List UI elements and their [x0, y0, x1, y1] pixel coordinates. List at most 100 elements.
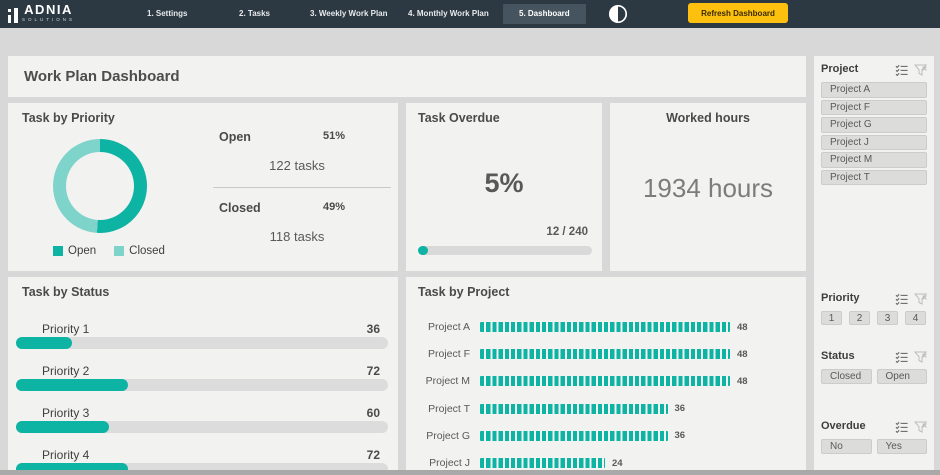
nav-tab-3-weekly-work-plan[interactable]: 3. Weekly Work Plan: [310, 0, 388, 28]
status-bar-chart: Priority 136Priority 272Priority 360Prio…: [16, 277, 388, 470]
slicer-item-project-project-a[interactable]: Project A: [821, 82, 927, 98]
status-label: Priority 1: [42, 322, 89, 336]
legend-label-open: Open: [68, 245, 96, 257]
slicer-item-project-project-j[interactable]: Project J: [821, 135, 927, 151]
legend-item-open: Open: [53, 245, 96, 257]
panel-task-overdue: Task Overdue 5% 12 / 240: [406, 103, 602, 271]
status-bar-track: [16, 379, 388, 391]
multi-select-icon[interactable]: [895, 420, 908, 432]
clear-filter-icon[interactable]: [914, 63, 927, 75]
slicer-items-overdue: No Yes: [821, 439, 927, 454]
status-row-line: Priority 272: [16, 364, 388, 378]
clear-filter-icon[interactable]: [914, 292, 927, 304]
legend-swatch-closed: [114, 246, 124, 256]
status-row-line: Priority 360: [16, 406, 388, 420]
clear-filter-icon[interactable]: [914, 420, 927, 432]
status-row-priority-3: Priority 360: [16, 406, 388, 433]
nav-tab-1-settings[interactable]: 1. Settings: [147, 0, 187, 28]
multi-select-icon[interactable]: [895, 292, 908, 304]
donut-chart: [53, 139, 147, 233]
slicer-item-overdue-no[interactable]: No: [821, 439, 872, 454]
refresh-dashboard-button[interactable]: Refresh Dashboard: [688, 3, 788, 23]
overdue-ratio: 12 / 240: [546, 226, 588, 238]
status-row-line: Priority 1 36: [16, 322, 388, 336]
slicer-item-overdue-yes[interactable]: Yes: [877, 439, 928, 454]
slicer-title-status: Status: [821, 350, 855, 362]
slicer-item-project-project-m[interactable]: Project M: [821, 152, 927, 168]
project-bar-chart: Project A48Project F48Project M48Project…: [408, 277, 798, 470]
status-bar-fill: [16, 421, 109, 433]
nav-tab-4-monthly-work-plan[interactable]: 4. Monthly Work Plan: [408, 0, 489, 28]
logo-sub-text: SOLUTIONS: [22, 18, 75, 23]
project-value: 48: [737, 376, 748, 387]
slicer-item-priority-2[interactable]: 2: [849, 311, 870, 325]
multi-select-icon[interactable]: [895, 350, 908, 362]
slicer-item-priority-1[interactable]: 1: [821, 311, 842, 325]
slicer-title-overdue: Overdue: [821, 420, 866, 432]
slicer-items-priority: 1234: [821, 311, 927, 325]
status-value: 36: [367, 322, 380, 336]
slicer-item-status-closed[interactable]: Closed: [821, 369, 872, 384]
project-value: 36: [675, 403, 686, 414]
priority-stats: Open 51% 122 tasks Closed 49% 118 tasks: [203, 130, 391, 244]
overdue-progress-fill: [418, 246, 428, 255]
project-row-project-j: Project J24: [408, 457, 798, 469]
slicer-header-overdue: Overdue: [821, 419, 927, 433]
slicer-header-icons: [895, 350, 927, 362]
slicer-item-status-open[interactable]: Open: [877, 369, 928, 384]
nav-tab-2-tasks[interactable]: 2. Tasks: [239, 0, 270, 28]
legend-swatch-open: [53, 246, 63, 256]
slicer-project: ProjectProject AProject FProject GProjec…: [821, 62, 927, 187]
panel-task-by-project: Task by Project Project A48Project F48Pr…: [406, 277, 806, 470]
slicer-header-status: Status: [821, 349, 927, 363]
page-title: Work Plan Dashboard: [24, 68, 180, 85]
status-value: 72: [367, 448, 380, 462]
slicer-item-priority-3[interactable]: 3: [877, 311, 898, 325]
status-label: Priority 4: [42, 448, 89, 462]
slicer-item-project-project-t[interactable]: Project T: [821, 170, 927, 186]
legend-item-closed: Closed: [114, 245, 165, 257]
status-bar-fill: [16, 379, 128, 391]
closed-label: Closed: [219, 201, 261, 216]
open-task-count: 122 tasks: [203, 158, 391, 173]
slicer-item-project-project-f[interactable]: Project F: [821, 100, 927, 116]
slicer-header-icons: [895, 63, 927, 75]
project-value: 36: [675, 430, 686, 441]
project-value: 24: [612, 458, 623, 469]
multi-select-icon[interactable]: [895, 63, 908, 75]
slicer-overdue: Overdue No Yes: [821, 419, 927, 454]
project-bar: [480, 404, 668, 414]
adnia-logo: ADNIA SOLUTIONS: [8, 3, 75, 23]
contrast-toggle-icon[interactable]: [608, 4, 628, 24]
overdue-progress-track: [418, 246, 592, 255]
slicer-items-status: Closed Open: [821, 369, 927, 384]
panel-title-worked-hours: Worked hours: [610, 111, 806, 125]
title-band: Work Plan Dashboard: [8, 56, 806, 97]
clear-filter-icon[interactable]: [914, 350, 927, 362]
project-label: Project A: [408, 321, 470, 333]
project-label: Project F: [408, 348, 470, 360]
project-bar: [480, 431, 668, 441]
status-bar-track: [16, 337, 388, 349]
project-row-project-a: Project A 48: [408, 321, 798, 333]
project-label: Project M: [408, 375, 470, 387]
status-label: Priority 2: [42, 364, 89, 378]
slicer-item-priority-4[interactable]: 4: [905, 311, 926, 325]
overdue-percent: 5%: [406, 168, 602, 199]
nav-tab-5-dashboard[interactable]: 5. Dashboard: [503, 4, 586, 24]
status-bar-fill: [16, 337, 72, 349]
adnia-logo-icon: [8, 8, 18, 23]
slicer-title-priority: Priority: [821, 292, 860, 304]
slicer-item-project-project-g[interactable]: Project G: [821, 117, 927, 133]
status-bar-track: [16, 463, 388, 470]
status-row-priority-1: Priority 1 36: [16, 322, 388, 349]
project-row-project-f: Project F 48: [408, 348, 798, 360]
project-value: 48: [737, 349, 748, 360]
closed-percent: 49%: [323, 201, 345, 216]
project-value: 48: [737, 322, 748, 333]
donut-legend: Open Closed: [53, 245, 165, 257]
topbar: ADNIA SOLUTIONS 1. Settings 2. Tasks 3. We…: [0, 0, 940, 28]
status-label: Priority 3: [42, 406, 89, 420]
legend-label-closed: Closed: [129, 245, 165, 257]
project-row-project-g: Project G36: [408, 430, 798, 442]
